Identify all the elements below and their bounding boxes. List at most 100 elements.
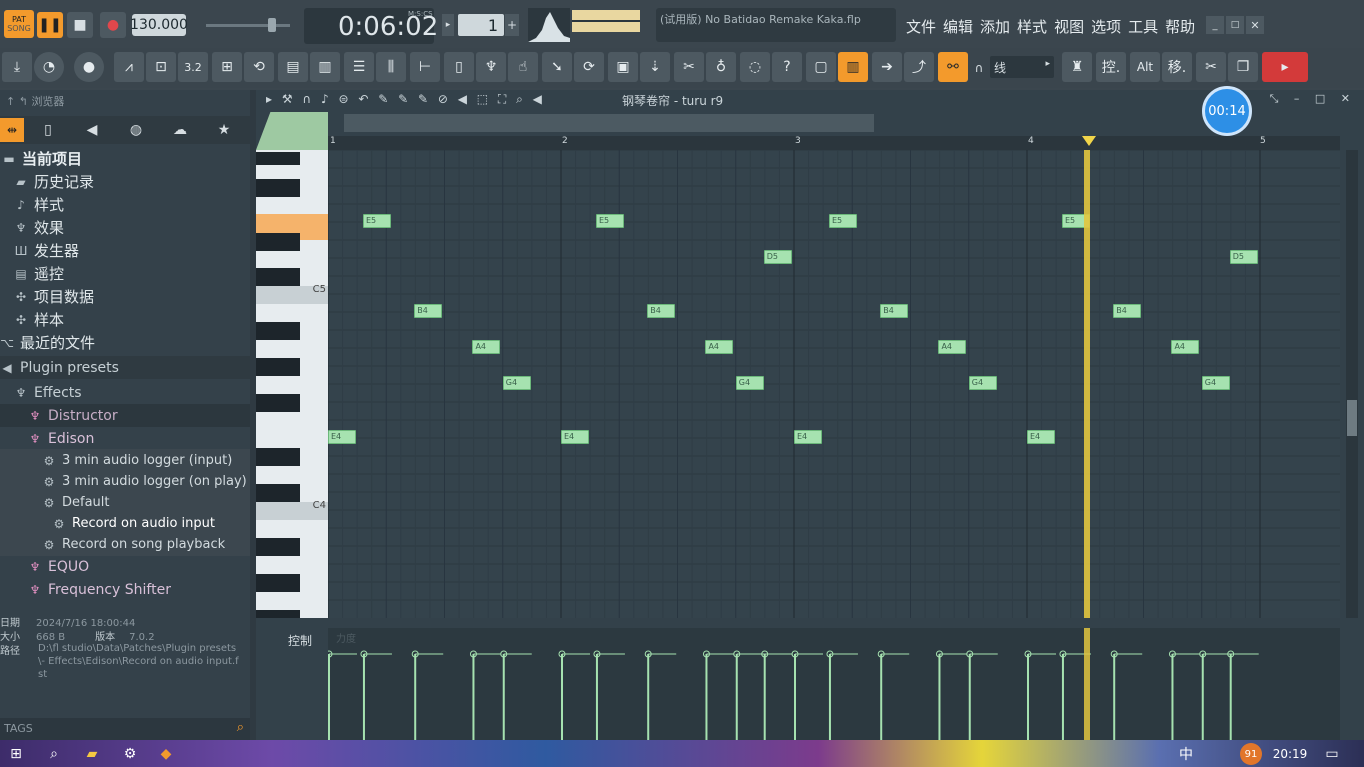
note[interactable]: B4 <box>414 304 443 318</box>
note[interactable]: E5 <box>362 214 391 228</box>
pattern-add-button[interactable]: + <box>505 14 519 36</box>
touch-controller-icon[interactable]: ☝ <box>508 52 538 82</box>
clock[interactable]: 20:19 <box>1270 744 1310 764</box>
browser-item-distructor[interactable]: ♆ Distructor <box>0 404 250 427</box>
pat-song-toggle[interactable]: PAT SONG <box>4 10 34 38</box>
vertical-scrollbar[interactable] <box>1346 150 1358 618</box>
menu-patterns[interactable]: 样式 <box>1017 18 1047 36</box>
note-grid[interactable]: E5 B4 A4 G4 E4 E5 B4 A4 G4 E4 D5 E5 B4 A4 G4 E4 E5 B4 A4 G4… <box>328 150 1340 618</box>
browser-item-preset[interactable]: ⚙ Record on song playback <box>0 533 250 556</box>
browser-item-edison[interactable]: ♆ Edison <box>0 427 250 450</box>
browser-item-preset[interactable]: ⚙ Default <box>0 491 250 514</box>
velocity-lane[interactable]: 力度 <box>325 628 1340 740</box>
menu-options[interactable]: 选项 <box>1091 18 1121 36</box>
note[interactable]: E4 <box>328 430 356 444</box>
main-volume-knob[interactable]: ◔ <box>34 52 64 82</box>
mixer-icon[interactable]: ⫼ <box>376 52 406 82</box>
cloud-tab-icon[interactable]: ☁ <box>170 118 190 142</box>
browser-item-frequency-shifter[interactable]: ♆ Frequency Shifter <box>0 578 250 601</box>
snap-select[interactable]: 线 ▸ <box>990 56 1054 78</box>
piano-roll-window-icon[interactable]: ▢ <box>806 52 836 82</box>
pattern-number[interactable]: 1 <box>458 14 504 36</box>
close-button[interactable]: ✕ <box>1246 16 1264 34</box>
piano-keyboard[interactable]: C5 C4 <box>256 150 328 618</box>
browser-item-preset-selected[interactable]: ⚙ Record on audio input <box>0 512 250 535</box>
note[interactable]: E4 <box>1027 430 1055 444</box>
note[interactable]: E4 <box>794 430 822 444</box>
menu-tools[interactable]: 工具 <box>1128 18 1158 36</box>
note[interactable]: G4 <box>1201 376 1230 390</box>
files-tab-icon[interactable]: ▯ <box>38 118 58 142</box>
channel-rack-icon[interactable]: ▥ <box>310 52 340 82</box>
browser-arrow-icon[interactable]: ↑ ↰ <box>6 95 31 108</box>
save-icon[interactable]: ⤓ <box>2 52 32 82</box>
file-explorer-icon[interactable]: ▰ <box>82 744 102 764</box>
notification-badge[interactable]: 91 <box>1240 743 1262 765</box>
note[interactable]: A4 <box>705 340 734 354</box>
mini-navigator[interactable] <box>344 114 874 132</box>
browser-item-recent-files[interactable]: ⌥ 最近的文件 <box>0 331 250 354</box>
slider-handle[interactable] <box>268 18 276 32</box>
pattern-selector[interactable] <box>256 112 328 150</box>
tempo-display[interactable]: 130.000 <box>130 14 188 36</box>
render-icon[interactable]: ⇣ <box>640 52 670 82</box>
note[interactable]: A4 <box>938 340 967 354</box>
flag-icon[interactable]: ▸ <box>1262 52 1308 82</box>
menu-file[interactable]: 文件 <box>906 18 936 36</box>
chat-icon[interactable]: ◌ <box>740 52 770 82</box>
maximize-button[interactable]: □ <box>1226 16 1244 34</box>
browser-item-effects[interactable]: ♆ 效果 <box>0 216 250 239</box>
search-icon[interactable]: ⌕ <box>44 744 64 764</box>
note[interactable]: D5 <box>763 250 792 264</box>
pause-button[interactable]: ❚❚ <box>37 12 63 38</box>
all-tab-icon[interactable]: ⇹ <box>0 118 24 142</box>
menu-help[interactable]: 帮助 <box>1165 18 1195 36</box>
refresh-icon[interactable]: ⟳ <box>574 52 604 82</box>
ctrl-button[interactable]: 控. <box>1096 52 1126 82</box>
piano-keys-icon[interactable]: ▥ <box>838 52 868 82</box>
document-icon[interactable]: ▯ <box>444 52 474 82</box>
stamp-icon[interactable]: ♜ <box>1062 52 1092 82</box>
browser-item-samples[interactable]: ✣ 样本 <box>0 308 250 331</box>
scroll-thumb[interactable] <box>1347 400 1357 436</box>
note[interactable]: D5 <box>1229 250 1258 264</box>
note[interactable]: G4 <box>735 376 764 390</box>
browser-item-preset[interactable]: ⚙ 3 min audio logger (input) <box>0 449 250 472</box>
master-pitch-slider[interactable] <box>206 18 290 32</box>
stop-button[interactable]: ■ <box>67 12 93 38</box>
cut-icon[interactable]: ✂ <box>674 52 704 82</box>
countdown-icon[interactable]: 3.2 <box>178 52 208 82</box>
browser-item-remote[interactable]: ▤ 遥控 <box>0 262 250 285</box>
help-icon[interactable]: ? <box>772 52 802 82</box>
browser-item-equo[interactable]: ♆ EQUO <box>0 555 250 578</box>
note[interactable]: E4 <box>561 430 589 444</box>
menu-edit[interactable]: 编辑 <box>943 18 973 36</box>
browser-item-current-project[interactable]: ▬ 当前项目 <box>0 147 250 170</box>
arrow-tool-icon[interactable]: ➘ <box>542 52 572 82</box>
playhead-marker[interactable] <box>1082 136 1096 146</box>
note[interactable]: B4 <box>880 304 909 318</box>
move-button[interactable]: 移. <box>1162 52 1192 82</box>
copy-icon[interactable]: ❐ <box>1228 52 1258 82</box>
slide-icon[interactable]: ⤴ <box>904 52 934 82</box>
pattern-prev-button[interactable]: ▸ <box>442 14 454 36</box>
note[interactable]: A4 <box>472 340 501 354</box>
settings-icon[interactable]: ⚙ <box>120 744 140 764</box>
alt-button[interactable]: Alt <box>1130 52 1160 82</box>
fl-studio-icon[interactable]: ◆ <box>156 744 176 764</box>
menu-add[interactable]: 添加 <box>980 18 1010 36</box>
step-edit-icon[interactable]: ⊞ <box>212 52 242 82</box>
playlist-icon[interactable]: ▤ <box>278 52 308 82</box>
note[interactable]: B4 <box>1113 304 1142 318</box>
note[interactable]: A4 <box>1171 340 1200 354</box>
scissors-icon[interactable]: ✂ <box>1196 52 1226 82</box>
disk-icon[interactable]: ▣ <box>608 52 638 82</box>
browser-item-history[interactable]: ▰ 历史记录 <box>0 170 250 193</box>
star-tab-icon[interactable]: ★ <box>214 118 234 142</box>
windows-start-icon[interactable]: ⊞ <box>6 744 26 764</box>
browser-item-preset[interactable]: ⚙ 3 min audio logger (on play) <box>0 470 250 493</box>
mixer-list-icon[interactable]: ☰ <box>344 52 374 82</box>
speaker-tab-icon[interactable]: ◀ <box>82 118 102 142</box>
window-controls[interactable]: ⤡ – □ ✕ <box>1270 92 1356 106</box>
tools-icons[interactable]: ▸ ⚒ ∩ ♪ ⊜ ↶ ✎ ✎ ✎ ⊘ ◀ ⬚ ⛶ ⌕ ◀ <box>266 92 545 107</box>
